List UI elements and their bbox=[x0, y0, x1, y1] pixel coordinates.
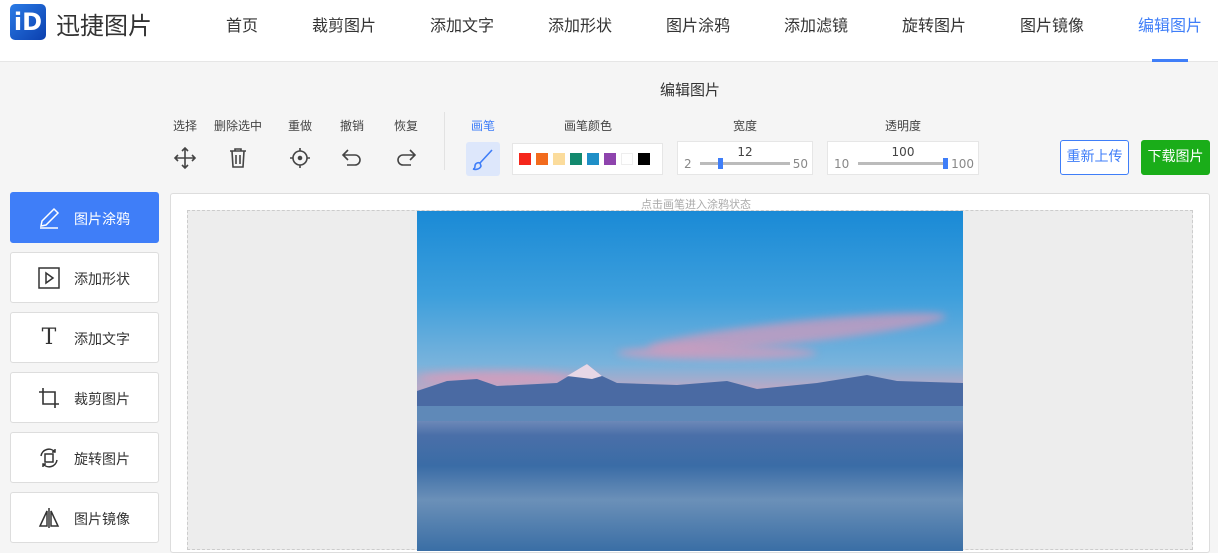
rotate-icon bbox=[40, 448, 58, 468]
redo-icon[interactable] bbox=[394, 146, 418, 170]
trash-icon[interactable] bbox=[226, 146, 250, 170]
opacity-slider[interactable]: 100 10 100 bbox=[827, 141, 979, 175]
pen-label: 画笔 bbox=[470, 119, 496, 133]
sidebar-item-add-text[interactable]: T 添加文字 bbox=[10, 312, 159, 363]
sidebar-item-add-shape[interactable]: 添加形状 bbox=[10, 252, 159, 303]
undo-icon[interactable] bbox=[340, 146, 364, 170]
width-max: 50 bbox=[792, 157, 808, 171]
move-icon[interactable] bbox=[173, 146, 197, 170]
opacity-label: 透明度 bbox=[884, 119, 922, 133]
nav-filter[interactable]: 添加滤镜 bbox=[784, 12, 848, 36]
sidebar-item-doodle[interactable]: 图片涂鸦 bbox=[10, 192, 159, 243]
mountains bbox=[417, 364, 963, 421]
color-swatch[interactable] bbox=[638, 153, 650, 165]
pen-button[interactable] bbox=[466, 142, 500, 176]
color-swatch[interactable] bbox=[587, 153, 599, 165]
pen-icon bbox=[40, 207, 60, 229]
color-swatch[interactable] bbox=[536, 153, 548, 165]
reupload-button[interactable]: 重新上传 bbox=[1060, 140, 1129, 175]
opacity-max: 100 bbox=[951, 157, 974, 171]
sidebar-item-label: 旋转图片 bbox=[74, 452, 130, 468]
undo-label: 撤销 bbox=[339, 119, 365, 133]
opacity-track[interactable] bbox=[858, 162, 946, 165]
mirror-icon bbox=[38, 508, 60, 528]
opacity-min: 10 bbox=[834, 157, 850, 171]
sidebar-item-label: 裁剪图片 bbox=[74, 392, 130, 408]
sidebar-item-label: 图片镜像 bbox=[74, 512, 130, 528]
delete-selected-label: 删除选中 bbox=[213, 119, 263, 133]
pen-color-label: 画笔颜色 bbox=[563, 119, 613, 133]
width-label: 宽度 bbox=[732, 119, 758, 133]
nav-active-indicator bbox=[1152, 59, 1188, 62]
color-swatch[interactable] bbox=[553, 153, 565, 165]
sidebar-item-mirror[interactable]: 图片镜像 bbox=[10, 492, 159, 543]
width-slider[interactable]: 12 2 50 bbox=[677, 141, 813, 175]
toolbar-divider bbox=[444, 112, 445, 170]
color-swatch[interactable] bbox=[604, 153, 616, 165]
width-thumb[interactable] bbox=[718, 158, 723, 169]
color-swatch[interactable] bbox=[621, 153, 633, 165]
color-swatch[interactable] bbox=[519, 153, 531, 165]
color-palette bbox=[512, 143, 663, 175]
nav-mirror[interactable]: 图片镜像 bbox=[1020, 12, 1084, 36]
brand-name[interactable]: 迅捷图片 bbox=[56, 6, 152, 41]
text-icon: T bbox=[41, 325, 57, 350]
sidebar-item-rotate[interactable]: 旋转图片 bbox=[10, 432, 159, 483]
color-swatch[interactable] bbox=[570, 153, 582, 165]
nav-add-shape[interactable]: 添加形状 bbox=[548, 12, 612, 36]
edited-image[interactable] bbox=[417, 211, 963, 551]
nav-crop[interactable]: 裁剪图片 bbox=[312, 12, 376, 36]
restore-label: 恢复 bbox=[393, 119, 419, 133]
sidebar-item-label: 添加形状 bbox=[74, 272, 130, 288]
width-min: 2 bbox=[684, 157, 692, 171]
nav-doodle[interactable]: 图片涂鸦 bbox=[666, 12, 730, 36]
logo[interactable]: iD bbox=[10, 4, 46, 40]
nav-rotate[interactable]: 旋转图片 bbox=[902, 12, 966, 36]
sidebar-item-crop[interactable]: 裁剪图片 bbox=[10, 372, 159, 423]
width-track[interactable] bbox=[700, 162, 790, 165]
nav-home[interactable]: 首页 bbox=[226, 12, 258, 36]
page-title: 编辑图片 bbox=[659, 81, 721, 99]
download-button[interactable]: 下载图片 bbox=[1141, 140, 1210, 175]
nav-edit[interactable]: 编辑图片 bbox=[1138, 12, 1202, 36]
select-label: 选择 bbox=[172, 119, 198, 133]
shape-icon bbox=[38, 267, 60, 289]
header: iD 迅捷图片 首页 裁剪图片 添加文字 添加形状 图片涂鸦 添加滤镜 旋转图片… bbox=[0, 0, 1218, 62]
sidebar-item-label: 添加文字 bbox=[74, 332, 130, 348]
redo-label: 重做 bbox=[287, 119, 313, 133]
opacity-thumb[interactable] bbox=[943, 158, 948, 169]
nav-add-text[interactable]: 添加文字 bbox=[430, 12, 494, 36]
brush-icon bbox=[472, 149, 493, 171]
crop-icon bbox=[39, 388, 59, 408]
target-icon[interactable] bbox=[288, 146, 312, 170]
sidebar-item-label: 图片涂鸦 bbox=[74, 212, 130, 228]
